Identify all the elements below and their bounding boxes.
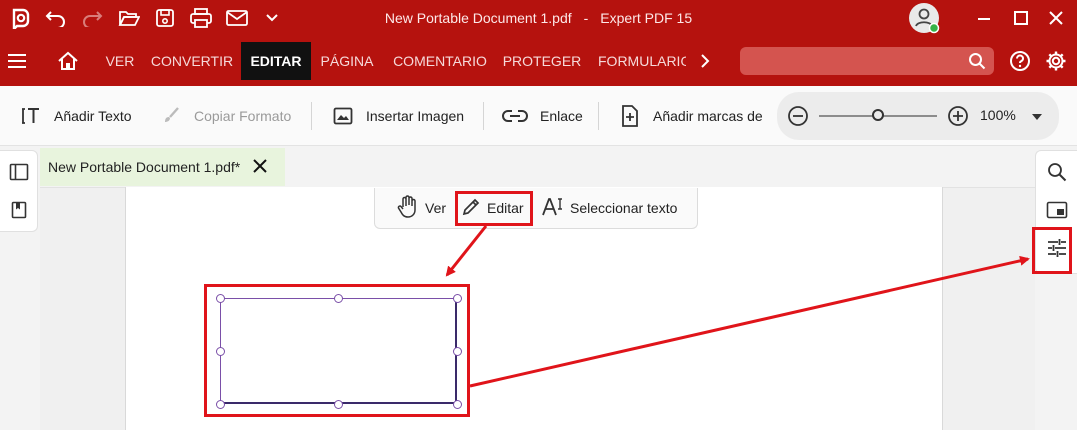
close-icon[interactable] <box>1038 0 1074 36</box>
highlight-selected-object <box>204 284 470 417</box>
tab-pagina[interactable]: PÁGINA <box>315 42 379 80</box>
zoom-slider-thumb[interactable] <box>872 109 884 121</box>
printer-icon[interactable] <box>183 0 219 36</box>
add-text-icon <box>20 105 42 127</box>
thumbnails-panel-icon[interactable] <box>0 155 38 189</box>
select-text-label: Seleccionar texto <box>570 200 678 216</box>
bookmark-icon[interactable] <box>0 193 38 227</box>
tab-formularios[interactable]: FORMULARIOS <box>592 42 686 80</box>
add-page-mark-icon <box>619 105 641 127</box>
toolbar-divider <box>311 102 312 130</box>
zoom-level[interactable]: 100% <box>980 107 1016 123</box>
maximize-icon[interactable] <box>1003 0 1039 36</box>
view-mode-button[interactable]: Ver <box>397 188 446 228</box>
toolbar-divider <box>483 102 484 130</box>
window-icon[interactable] <box>1038 193 1076 227</box>
insert-image-label: Insertar Imagen <box>366 108 465 124</box>
zoom-dropdown-icon[interactable] <box>1031 109 1043 127</box>
tab-editar[interactable]: EDITAR <box>241 42 311 80</box>
zoom-control: 100% <box>777 92 1059 140</box>
redo-icon[interactable] <box>74 0 110 36</box>
minimize-icon[interactable] <box>966 0 1002 36</box>
edit-toolbar: Añadir Texto Copiar Formato Insertar Ima… <box>0 86 1077 146</box>
mode-bar: Ver Editar Seleccionar texto <box>374 188 698 229</box>
add-text-button[interactable]: Añadir Texto <box>20 86 132 146</box>
chevron-right-icon[interactable] <box>692 42 718 80</box>
search-icon[interactable] <box>1038 155 1076 189</box>
document-tab[interactable]: New Portable Document 1.pdf* <box>40 148 285 186</box>
highlight-edit-button <box>455 191 533 226</box>
zoom-slider[interactable] <box>819 109 937 121</box>
copy-format-label: Copiar Formato <box>194 108 292 124</box>
document-tab-label: New Portable Document 1.pdf* <box>48 159 241 175</box>
search-input[interactable] <box>748 47 958 75</box>
tab-ver[interactable]: VER <box>100 42 140 80</box>
tab-comentario[interactable]: COMENTARIO <box>386 42 494 80</box>
search-icon[interactable] <box>968 52 986 75</box>
close-tab-icon[interactable] <box>252 158 268 177</box>
link-button[interactable]: Enlace <box>502 86 583 146</box>
toolbar-divider <box>598 102 599 130</box>
highlight-properties-button <box>1032 227 1072 274</box>
select-text-button[interactable]: Seleccionar texto <box>542 188 677 228</box>
folder-open-icon[interactable] <box>111 0 147 36</box>
zoom-out-icon[interactable] <box>787 105 809 132</box>
insert-image-button[interactable]: Insertar Imagen <box>332 86 464 146</box>
window-document-name: New Portable Document 1.pdf <box>384 10 572 26</box>
title-bar: New Portable Document 1.pdf - Expert PDF 1… <box>0 0 1077 36</box>
chevron-down-icon[interactable] <box>254 0 290 36</box>
link-label: Enlace <box>540 108 583 124</box>
image-icon <box>332 105 354 127</box>
view-mode-label: Ver <box>425 200 447 216</box>
add-text-label: Añadir Texto <box>54 108 132 124</box>
undo-icon[interactable] <box>38 0 74 36</box>
app-logo-icon[interactable] <box>2 0 38 36</box>
add-marks-label: Añadir marcas de <box>653 108 763 124</box>
save-icon[interactable] <box>147 0 183 36</box>
left-side-panel <box>0 150 38 232</box>
help-icon[interactable] <box>1006 42 1034 80</box>
hand-icon <box>397 194 419 222</box>
link-icon <box>502 105 528 127</box>
ribbon-bar: VER CONVERTIR EDITAR PÁGINA COMENTARIO P… <box>0 36 1077 86</box>
text-cursor-icon <box>542 197 564 220</box>
brush-icon <box>160 105 182 127</box>
user-avatar[interactable] <box>906 0 942 36</box>
hamburger-menu-icon[interactable] <box>0 42 34 80</box>
gear-icon[interactable] <box>1042 42 1070 80</box>
tab-proteger[interactable]: PROTEGER <box>500 42 584 80</box>
zoom-in-icon[interactable] <box>947 105 969 132</box>
search-box[interactable] <box>740 47 994 75</box>
copy-format-button[interactable]: Copiar Formato <box>160 86 291 146</box>
mail-icon[interactable] <box>219 0 255 36</box>
add-marks-button[interactable]: Añadir marcas de <box>619 86 763 146</box>
home-icon[interactable] <box>48 42 88 80</box>
window-app-name: Expert PDF 15 <box>600 10 693 26</box>
tab-convertir[interactable]: CONVERTIR <box>146 42 238 80</box>
window-title-separator: - <box>583 10 589 26</box>
